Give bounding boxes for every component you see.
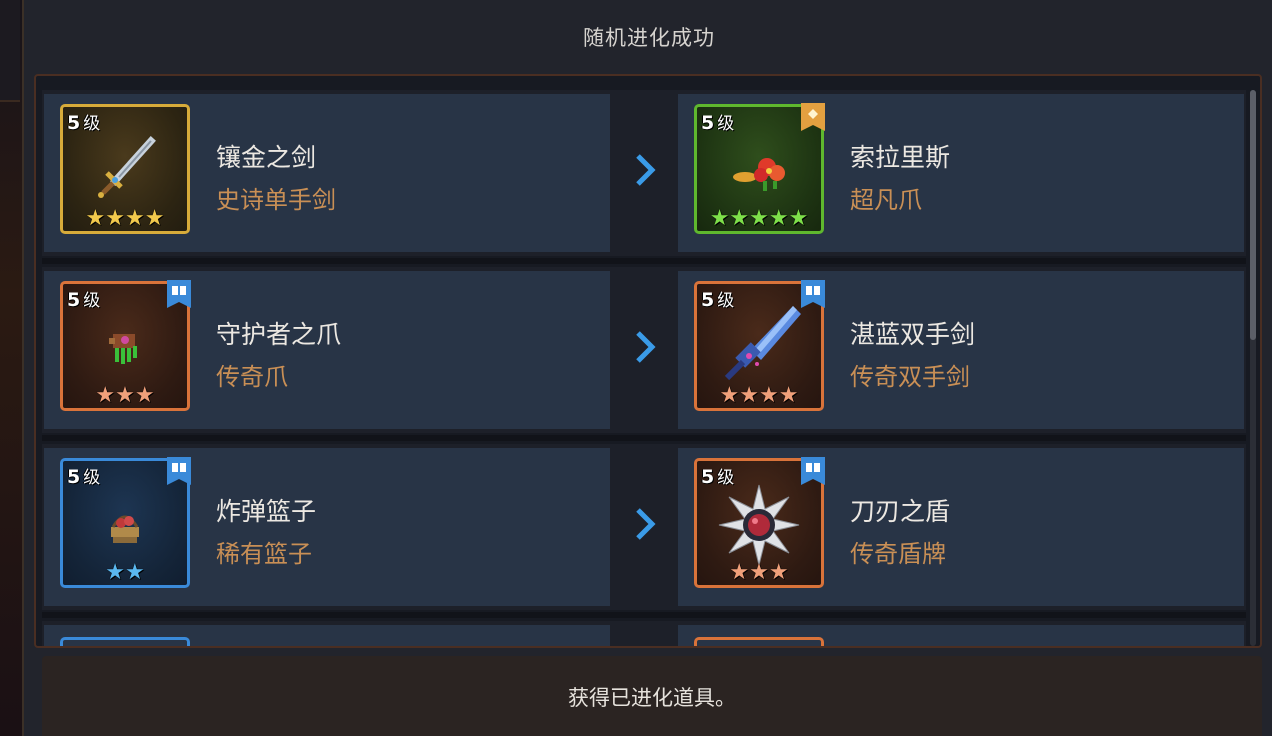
item-type: 传奇双手剑 [850, 363, 970, 391]
level-label: 5级 [67, 289, 101, 311]
book-badge-icon [801, 457, 825, 485]
source-item-card[interactable] [44, 625, 610, 646]
item-name: 湛蓝双手剑 [850, 320, 976, 349]
item-thumbnail [60, 637, 190, 646]
chevron-right-icon [636, 154, 656, 186]
item-thumbnail: 5级 ★★★ [694, 457, 825, 588]
result-item-card[interactable]: 5级 ★★★★★ 索拉里斯 超凡爪 [678, 94, 1244, 252]
item-thumbnail: 5级 ★★ [60, 457, 191, 588]
item-name: 索拉里斯 [850, 143, 951, 172]
result-item-card[interactable]: 5级 ★★★ 刀刃之盾 传奇盾牌 [678, 448, 1244, 606]
item-thumbnail [694, 637, 824, 646]
chevron-right-icon [636, 331, 656, 363]
item-type: 传奇盾牌 [850, 540, 946, 568]
book-badge-icon [801, 280, 825, 308]
source-item-card[interactable]: 5级 ★★ 炸弹篮子 稀有篮子 [44, 448, 610, 606]
footer-panel[interactable]: 获得已进化道具。 [42, 656, 1262, 736]
item-type: 史诗单手剑 [216, 186, 336, 214]
level-label: 5级 [67, 466, 101, 488]
item-name: 镶金之剑 [216, 143, 317, 172]
item-thumbnail: 5级 ★★★★ [60, 104, 190, 234]
list-scrollbar[interactable] [1250, 90, 1256, 646]
level-label: 5级 [701, 112, 735, 134]
star-rating: ★★★ [95, 383, 155, 408]
result-item-card[interactable]: 5级 ★★★★ 湛蓝双手剑 传奇双手剑 [678, 271, 1244, 429]
book-badge-icon [167, 457, 191, 485]
item-type: 超凡爪 [850, 186, 922, 214]
star-rating: ★★ [105, 560, 145, 585]
evolution-result-modal: 随机进化成功 5级 ★★★★ 镶金之剑 史诗单手剑 5 级 ★★★★★ 索拉里斯… [22, 0, 1272, 736]
star-rating: ★★★★★ [709, 206, 809, 231]
item-type: 传奇爪 [216, 363, 288, 391]
chevron-right-icon [636, 508, 656, 540]
book-badge-icon [167, 280, 191, 308]
level-label: 5级 [701, 466, 735, 488]
item-name: 刀刃之盾 [850, 497, 951, 526]
star-rating: ★★★ [729, 560, 789, 585]
modal-title: 随机进化成功 [583, 26, 715, 50]
footer-message: 获得已进化道具。 [568, 686, 736, 710]
item-type: 稀有篮子 [216, 540, 312, 568]
level-label: 5级 [701, 289, 735, 311]
evolution-row-partial [42, 621, 1246, 646]
evolution-row: 5级 ★★★★ 镶金之剑 史诗单手剑 5 级 ★★★★★ 索拉里斯 超凡爪 [42, 90, 1246, 264]
level-label: 5级 [67, 112, 101, 134]
item-thumbnail: 5级 ★★★★ [694, 280, 825, 411]
gold-diamond-badge-icon [801, 103, 825, 131]
result-item-card[interactable] [678, 625, 1244, 646]
star-rating: ★★★★ [85, 206, 165, 231]
item-thumbnail: 5级 ★★★★★ [694, 103, 825, 234]
evolution-list[interactable]: 5级 ★★★★ 镶金之剑 史诗单手剑 5 级 ★★★★★ 索拉里斯 超凡爪 5 … [34, 74, 1262, 648]
evolution-row: 5级 ★★ 炸弹篮子 稀有篮子 5 级 ★★★ 刀刃之盾 传奇盾牌 [42, 444, 1246, 618]
item-name: 炸弹篮子 [216, 497, 317, 526]
source-item-card[interactable]: 5级 ★★★ 守护者之爪 传奇爪 [44, 271, 610, 429]
star-rating: ★★★★ [719, 383, 799, 408]
item-name: 守护者之爪 [216, 320, 342, 349]
evolution-row: 5级 ★★★ 守护者之爪 传奇爪 5 级 ★★★★ 湛蓝双手剑 传奇双手剑 [42, 267, 1246, 441]
item-thumbnail: 5级 ★★★ [60, 280, 191, 411]
source-item-card[interactable]: 5级 ★★★★ 镶金之剑 史诗单手剑 [44, 94, 610, 252]
